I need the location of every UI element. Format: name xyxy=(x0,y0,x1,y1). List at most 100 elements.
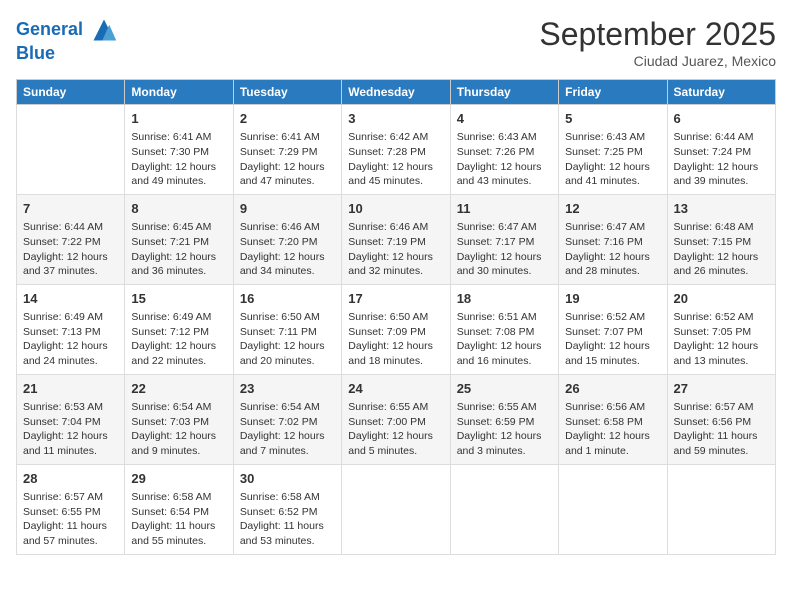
day-info: Sunrise: 6:44 AM Sunset: 7:22 PM Dayligh… xyxy=(23,220,118,279)
day-number: 18 xyxy=(457,290,552,308)
calendar-cell: 23 Sunrise: 6:54 AM Sunset: 7:02 PM Dayli… xyxy=(233,374,341,464)
day-number: 19 xyxy=(565,290,660,308)
col-header-wednesday: Wednesday xyxy=(342,80,450,105)
calendar-cell: 21 Sunrise: 6:53 AM Sunset: 7:04 PM Dayli… xyxy=(17,374,125,464)
logo-general: General xyxy=(16,19,83,39)
week-row-5: 28 Sunrise: 6:57 AM Sunset: 6:55 PM Dayli… xyxy=(17,464,776,554)
week-row-3: 14 Sunrise: 6:49 AM Sunset: 7:13 PM Dayli… xyxy=(17,284,776,374)
day-number: 24 xyxy=(348,380,443,398)
day-info: Sunrise: 6:44 AM Sunset: 7:24 PM Dayligh… xyxy=(674,130,769,189)
day-info: Sunrise: 6:56 AM Sunset: 6:58 PM Dayligh… xyxy=(565,400,660,459)
calendar-cell: 5 Sunrise: 6:43 AM Sunset: 7:25 PM Daylig… xyxy=(559,105,667,195)
day-number: 3 xyxy=(348,110,443,128)
logo: General Blue xyxy=(16,16,118,64)
calendar-cell: 30 Sunrise: 6:58 AM Sunset: 6:52 PM Dayli… xyxy=(233,464,341,554)
day-number: 6 xyxy=(674,110,769,128)
week-row-2: 7 Sunrise: 6:44 AM Sunset: 7:22 PM Daylig… xyxy=(17,194,776,284)
day-number: 23 xyxy=(240,380,335,398)
day-number: 13 xyxy=(674,200,769,218)
day-number: 28 xyxy=(23,470,118,488)
day-number: 7 xyxy=(23,200,118,218)
calendar-cell: 25 Sunrise: 6:55 AM Sunset: 6:59 PM Dayli… xyxy=(450,374,558,464)
day-info: Sunrise: 6:50 AM Sunset: 7:09 PM Dayligh… xyxy=(348,310,443,369)
day-number: 5 xyxy=(565,110,660,128)
day-info: Sunrise: 6:47 AM Sunset: 7:16 PM Dayligh… xyxy=(565,220,660,279)
day-number: 14 xyxy=(23,290,118,308)
day-number: 21 xyxy=(23,380,118,398)
calendar-cell: 29Sunrise: 6:58 AM Sunset: 6:54 PM Dayli… xyxy=(125,464,233,554)
calendar-cell: 9Sunrise: 6:46 AM Sunset: 7:20 PM Daylig… xyxy=(233,194,341,284)
day-info: Sunrise: 6:53 AM Sunset: 7:04 PM Dayligh… xyxy=(23,400,118,459)
logo-icon xyxy=(90,16,118,44)
calendar-cell: 11 Sunrise: 6:47 AM Sunset: 7:17 PM Dayli… xyxy=(450,194,558,284)
day-info: Sunrise: 6:46 AM Sunset: 7:19 PM Dayligh… xyxy=(348,220,443,279)
calendar-cell: 14 Sunrise: 6:49 AM Sunset: 7:13 PM Dayli… xyxy=(17,284,125,374)
day-number: 17 xyxy=(348,290,443,308)
day-info: Sunrise: 6:57 AM Sunset: 6:55 PM Dayligh… xyxy=(23,490,118,549)
day-info: Sunrise: 6:43 AM Sunset: 7:26 PM Dayligh… xyxy=(457,130,552,189)
col-header-saturday: Saturday xyxy=(667,80,775,105)
day-info: Sunrise: 6:51 AM Sunset: 7:08 PM Dayligh… xyxy=(457,310,552,369)
calendar-cell xyxy=(17,105,125,195)
day-number: 30 xyxy=(240,470,335,488)
day-info: Sunrise: 6:55 AM Sunset: 7:00 PM Dayligh… xyxy=(348,400,443,459)
title-block: September 2025 Ciudad Juarez, Mexico xyxy=(539,16,776,69)
calendar-cell: 6 Sunrise: 6:44 AM Sunset: 7:24 PM Daylig… xyxy=(667,105,775,195)
day-info: Sunrise: 6:41 AM Sunset: 7:29 PM Dayligh… xyxy=(240,130,335,189)
day-info: Sunrise: 6:49 AM Sunset: 7:12 PM Dayligh… xyxy=(131,310,226,369)
day-info: Sunrise: 6:48 AM Sunset: 7:15 PM Dayligh… xyxy=(674,220,769,279)
day-number: 16 xyxy=(240,290,335,308)
calendar-cell: 10Sunrise: 6:46 AM Sunset: 7:19 PM Dayli… xyxy=(342,194,450,284)
day-info: Sunrise: 6:58 AM Sunset: 6:54 PM Dayligh… xyxy=(131,490,226,549)
calendar-cell: 15Sunrise: 6:49 AM Sunset: 7:12 PM Dayli… xyxy=(125,284,233,374)
col-header-monday: Monday xyxy=(125,80,233,105)
calendar-cell: 3Sunrise: 6:42 AM Sunset: 7:28 PM Daylig… xyxy=(342,105,450,195)
calendar-cell: 19 Sunrise: 6:52 AM Sunset: 7:07 PM Dayli… xyxy=(559,284,667,374)
calendar-cell: 4 Sunrise: 6:43 AM Sunset: 7:26 PM Daylig… xyxy=(450,105,558,195)
calendar-cell xyxy=(450,464,558,554)
calendar-cell: 27 Sunrise: 6:57 AM Sunset: 6:56 PM Dayli… xyxy=(667,374,775,464)
day-number: 8 xyxy=(131,200,226,218)
day-info: Sunrise: 6:52 AM Sunset: 7:07 PM Dayligh… xyxy=(565,310,660,369)
calendar-cell: 22 Sunrise: 6:54 AM Sunset: 7:03 PM Dayli… xyxy=(125,374,233,464)
day-number: 11 xyxy=(457,200,552,218)
calendar-cell: 16 Sunrise: 6:50 AM Sunset: 7:11 PM Dayli… xyxy=(233,284,341,374)
day-info: Sunrise: 6:55 AM Sunset: 6:59 PM Dayligh… xyxy=(457,400,552,459)
day-info: Sunrise: 6:43 AM Sunset: 7:25 PM Dayligh… xyxy=(565,130,660,189)
day-info: Sunrise: 6:41 AM Sunset: 7:30 PM Dayligh… xyxy=(131,130,226,189)
calendar-cell: 12 Sunrise: 6:47 AM Sunset: 7:16 PM Dayli… xyxy=(559,194,667,284)
day-info: Sunrise: 6:54 AM Sunset: 7:02 PM Dayligh… xyxy=(240,400,335,459)
day-info: Sunrise: 6:58 AM Sunset: 6:52 PM Dayligh… xyxy=(240,490,335,549)
calendar-cell: 28 Sunrise: 6:57 AM Sunset: 6:55 PM Dayli… xyxy=(17,464,125,554)
day-info: Sunrise: 6:57 AM Sunset: 6:56 PM Dayligh… xyxy=(674,400,769,459)
day-number: 27 xyxy=(674,380,769,398)
day-number: 25 xyxy=(457,380,552,398)
page-header: General Blue September 2025 Ciudad Juare… xyxy=(16,16,776,69)
week-row-4: 21 Sunrise: 6:53 AM Sunset: 7:04 PM Dayli… xyxy=(17,374,776,464)
calendar-cell xyxy=(667,464,775,554)
calendar-cell: 17 Sunrise: 6:50 AM Sunset: 7:09 PM Dayli… xyxy=(342,284,450,374)
calendar-cell: 1 Sunrise: 6:41 AM Sunset: 7:30 PM Daylig… xyxy=(125,105,233,195)
day-info: Sunrise: 6:54 AM Sunset: 7:03 PM Dayligh… xyxy=(131,400,226,459)
day-info: Sunrise: 6:50 AM Sunset: 7:11 PM Dayligh… xyxy=(240,310,335,369)
col-header-thursday: Thursday xyxy=(450,80,558,105)
calendar-cell: 26 Sunrise: 6:56 AM Sunset: 6:58 PM Dayli… xyxy=(559,374,667,464)
day-info: Sunrise: 6:52 AM Sunset: 7:05 PM Dayligh… xyxy=(674,310,769,369)
day-info: Sunrise: 6:47 AM Sunset: 7:17 PM Dayligh… xyxy=(457,220,552,279)
header-row: SundayMondayTuesdayWednesdayThursdayFrid… xyxy=(17,80,776,105)
day-number: 22 xyxy=(131,380,226,398)
day-number: 1 xyxy=(131,110,226,128)
location-subtitle: Ciudad Juarez, Mexico xyxy=(539,53,776,69)
month-title: September 2025 xyxy=(539,16,776,53)
calendar-cell: 13 Sunrise: 6:48 AM Sunset: 7:15 PM Dayli… xyxy=(667,194,775,284)
col-header-sunday: Sunday xyxy=(17,80,125,105)
day-number: 4 xyxy=(457,110,552,128)
day-info: Sunrise: 6:49 AM Sunset: 7:13 PM Dayligh… xyxy=(23,310,118,369)
day-number: 2 xyxy=(240,110,335,128)
col-header-friday: Friday xyxy=(559,80,667,105)
day-info: Sunrise: 6:46 AM Sunset: 7:20 PM Dayligh… xyxy=(240,220,335,279)
calendar-cell: 8Sunrise: 6:45 AM Sunset: 7:21 PM Daylig… xyxy=(125,194,233,284)
day-number: 26 xyxy=(565,380,660,398)
day-number: 12 xyxy=(565,200,660,218)
week-row-1: 1 Sunrise: 6:41 AM Sunset: 7:30 PM Daylig… xyxy=(17,105,776,195)
